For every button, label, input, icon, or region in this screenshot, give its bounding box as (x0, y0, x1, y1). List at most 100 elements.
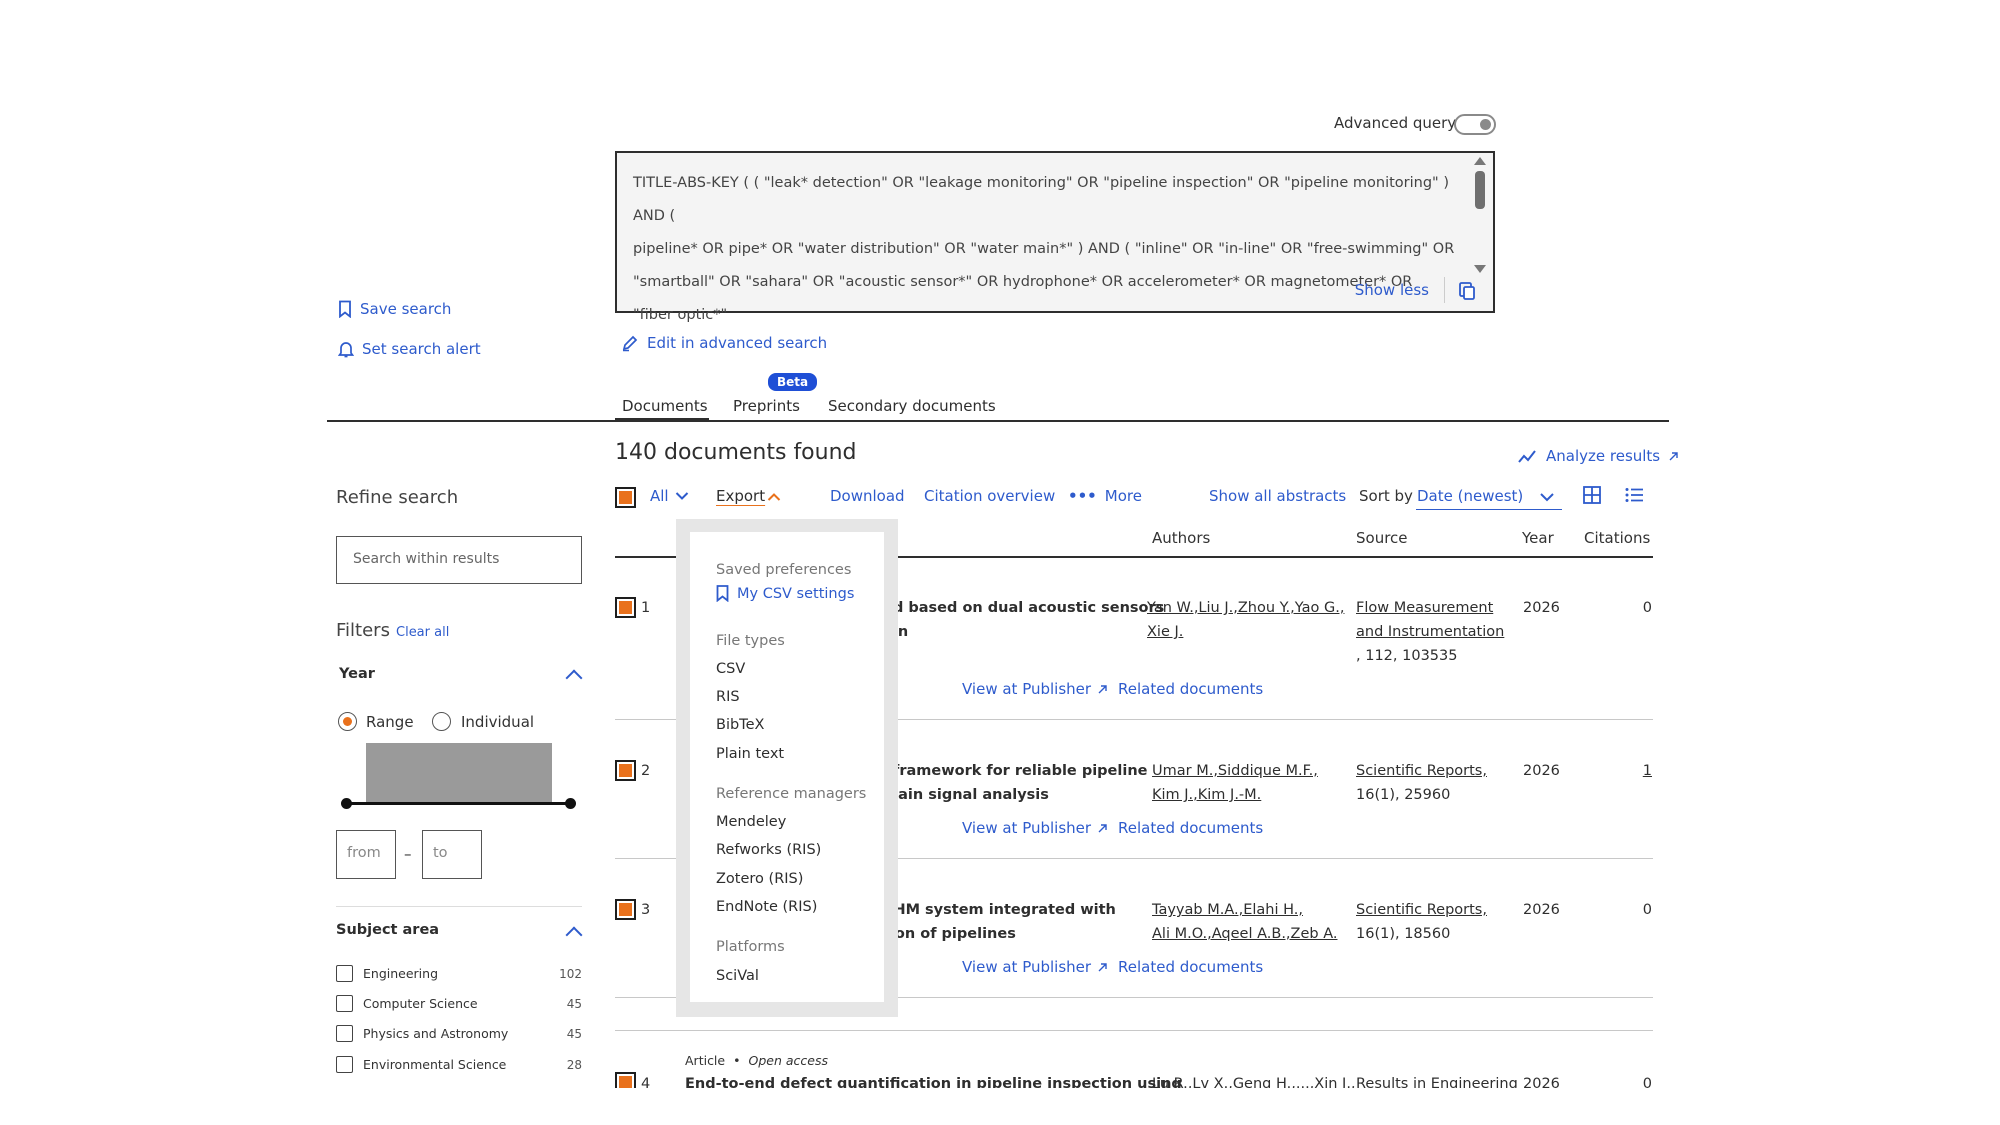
export-ris-item[interactable]: RIS (716, 689, 740, 705)
related-documents-link[interactable]: Related documents (1118, 958, 1263, 976)
sort-by-label: Sort by (1359, 487, 1413, 505)
checkbox[interactable] (336, 995, 353, 1012)
list-view-icon[interactable] (1625, 487, 1643, 503)
chevron-up-icon[interactable] (565, 669, 583, 687)
export-plain-text-item[interactable]: Plain text (716, 746, 784, 762)
download-button[interactable]: Download (830, 487, 905, 505)
related-documents-link[interactable]: Related documents (1118, 680, 1263, 698)
more-button[interactable]: ••• More (1068, 487, 1142, 505)
authors-list[interactable]: Yan W.,Liu J.,Zhou Y.,Yao G., Xie J. (1147, 596, 1344, 644)
source-line: Scientific Reports, (1356, 763, 1487, 779)
authors-line: Xie J. (1147, 624, 1184, 640)
advanced-query-toggle[interactable] (1454, 114, 1496, 135)
search-within-results-input[interactable]: Search within results (336, 536, 582, 584)
export-refworks-item[interactable]: Refworks (RIS) (716, 842, 821, 858)
year-slider-min-handle[interactable] (341, 798, 352, 809)
grid-view-icon[interactable] (1583, 486, 1601, 504)
export-button[interactable]: Export (716, 487, 765, 505)
save-search-link[interactable]: Save search (338, 300, 451, 318)
select-all-checkbox[interactable] (615, 487, 636, 508)
year-range-radio[interactable] (338, 712, 357, 731)
tab-preprints[interactable]: Preprints (733, 397, 800, 415)
citation-count[interactable]: 1 (1612, 763, 1652, 779)
document-title[interactable]: od based on dual acoustic sensors ion (883, 596, 1164, 644)
scroll-down-arrow-icon[interactable] (1474, 265, 1486, 273)
checkbox[interactable] (336, 1056, 353, 1073)
authors-column-header[interactable]: Authors (1152, 529, 1210, 547)
clear-all-link[interactable]: Clear all (396, 625, 449, 640)
checkbox[interactable] (336, 1025, 353, 1042)
analyze-results-link[interactable]: Analyze results (1518, 447, 1679, 465)
row-checkbox[interactable] (615, 597, 636, 618)
view-at-publisher-link[interactable]: View at Publisher (962, 819, 1108, 837)
checkbox[interactable] (336, 965, 353, 982)
chevron-up-icon[interactable] (565, 926, 583, 944)
set-search-alert-link[interactable]: Set search alert (338, 340, 481, 358)
export-bibtex-item[interactable]: BibTeX (716, 717, 764, 733)
source-info[interactable]: Flow Measurement and Instrumentation , 1… (1356, 596, 1504, 668)
export-mendeley-item[interactable]: Mendeley (716, 814, 786, 830)
year-slider-max-handle[interactable] (565, 798, 576, 809)
title-line: ion (883, 620, 1164, 644)
tab-secondary-documents[interactable]: Secondary documents (828, 397, 996, 415)
subject-count: 28 (566, 1057, 582, 1072)
view-at-publisher-link[interactable]: View at Publisher (962, 958, 1108, 976)
sort-select[interactable]: Date (newest) (1417, 487, 1523, 505)
individual-label: Individual (461, 713, 535, 731)
year-to-input[interactable]: to (422, 830, 482, 879)
my-csv-settings-item[interactable]: My CSV settings (716, 585, 854, 602)
citation-overview-button[interactable]: Citation overview (924, 487, 1055, 505)
subject-area-item[interactable]: Computer Science 45 (336, 995, 582, 1012)
export-zotero-item[interactable]: Zotero (RIS) (716, 871, 803, 887)
source-column-header[interactable]: Source (1356, 529, 1408, 547)
tab-documents[interactable]: Documents (622, 397, 708, 415)
export-scival-item[interactable]: SciVal (716, 968, 759, 984)
row-checkbox[interactable] (615, 760, 636, 781)
divider (1444, 277, 1445, 303)
source-info[interactable]: Scientific Reports, 16(1), 18560 (1356, 898, 1487, 946)
file-types-heading: File types (716, 633, 785, 649)
document-title[interactable]: SHM system integrated with tion of pipel… (883, 898, 1116, 946)
scroll-thumb[interactable] (1475, 171, 1485, 209)
select-all-dropdown[interactable]: All (650, 487, 689, 505)
export-endnote-item[interactable]: EndNote (RIS) (716, 899, 817, 915)
query-box[interactable]: TITLE-ABS-KEY ( ( "leak* detection" OR "… (615, 151, 1495, 323)
chevron-up-icon[interactable] (767, 492, 781, 502)
view-at-publisher-link[interactable]: View at Publisher (962, 680, 1108, 698)
query-scrollbar[interactable] (1473, 157, 1487, 273)
year-individual-radio[interactable] (432, 712, 451, 731)
chevron-down-icon[interactable] (1539, 491, 1555, 503)
query-text[interactable]: TITLE-ABS-KEY ( ( "leak* detection" OR "… (633, 167, 1455, 332)
authors-list[interactable]: Tayyab M.A.,Elahi H., Ali M.O.,Aqeel A.B… (1152, 898, 1337, 946)
subject-area-item[interactable]: Physics and Astronomy 45 (336, 1025, 582, 1042)
open-access-label: Open access (748, 1053, 828, 1068)
export-csv-item[interactable]: CSV (716, 661, 745, 677)
copy-icon[interactable] (1457, 281, 1477, 301)
scroll-up-arrow-icon[interactable] (1474, 157, 1486, 165)
citations-column-header[interactable]: Citations (1584, 529, 1650, 547)
related-documents-link[interactable]: Related documents (1118, 819, 1263, 837)
authors-list[interactable]: Umar M.,Siddique M.F., Kim J.,Kim J.-M. (1152, 759, 1318, 807)
year-slider-track[interactable] (346, 802, 572, 805)
subject-area-item[interactable]: Engineering 102 (336, 965, 582, 982)
source-line: 16(1), 18560 (1356, 926, 1451, 942)
row-checkbox[interactable] (615, 899, 636, 920)
document-type: Article (685, 1053, 726, 1068)
subject-label: Engineering (363, 966, 438, 981)
toggle-knob (1480, 119, 1491, 130)
filter-divider (336, 906, 582, 907)
row-number: 2 (641, 763, 651, 779)
document-title[interactable]: l framework for reliable pipeline main s… (883, 759, 1147, 807)
all-label: All (650, 487, 669, 505)
external-link-icon (1668, 451, 1679, 462)
edit-advanced-search-link[interactable]: Edit in advanced search (621, 334, 827, 352)
show-less-link[interactable]: Show less (1355, 281, 1429, 299)
query-line: pipeline* OR pipe* OR "water distributio… (633, 241, 1455, 257)
more-dots-icon: ••• (1068, 487, 1097, 505)
external-link-icon (1097, 962, 1108, 973)
subject-area-item[interactable]: Environmental Science 28 (336, 1056, 582, 1073)
show-all-abstracts-link[interactable]: Show all abstracts (1209, 487, 1346, 505)
year-from-input[interactable]: from (336, 830, 396, 879)
year-column-header[interactable]: Year (1522, 529, 1554, 547)
source-info[interactable]: Scientific Reports, 16(1), 25960 (1356, 759, 1487, 807)
